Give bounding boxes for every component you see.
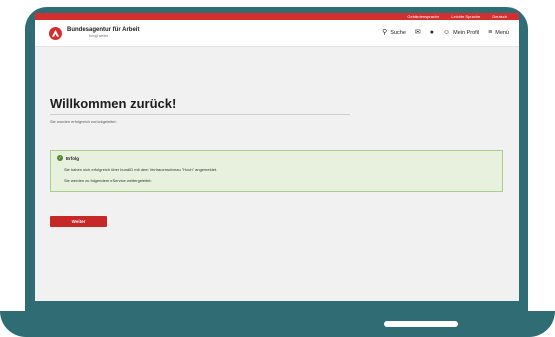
success-text-login: Sie haben sich erfolgreich über bundID m…	[64, 167, 218, 172]
title-divider	[50, 114, 350, 115]
menu-button[interactable]: ≡ Menü	[488, 29, 509, 37]
menu-icon: ≡	[488, 29, 493, 36]
ba-logo-icon[interactable]	[49, 26, 62, 40]
mail-icon: ✉	[414, 29, 421, 36]
mail-button[interactable]: ✉	[415, 29, 421, 37]
success-text-redirect: Sie werden zu folgendem eService weiterg…	[64, 178, 152, 183]
laptop-mockup: Gebärdensprache Leichte Sprache Deutsch …	[0, 0, 555, 337]
notifications-button[interactable]: ●	[430, 29, 434, 37]
menu-label: Menü	[495, 30, 509, 36]
brand[interactable]: Bundesagentur für Arbeit bringt weiter	[67, 27, 139, 39]
profile-label: Mein Profil	[453, 30, 480, 36]
user-icon: ☺	[443, 29, 451, 36]
brand-name: Bundesagentur für Arbeit	[67, 27, 140, 33]
laptop-trackpad	[384, 321, 458, 327]
check-icon: ✓	[57, 155, 63, 161]
success-title: Erfolg	[66, 155, 79, 161]
search-label: Suche	[390, 30, 406, 36]
site-header: Bundesagentur für Arbeit bringt weiter ⚲…	[35, 20, 519, 47]
success-message: ✓ Erfolg Sie haben sich erfolgreich über…	[50, 150, 503, 192]
profile-button[interactable]: ☺ Mein Profil	[443, 29, 479, 37]
browser-viewport: Gebärdensprache Leichte Sprache Deutsch …	[35, 13, 519, 301]
utility-link-easy-language[interactable]: Leichte Sprache	[451, 13, 480, 20]
page-title: Willkommen zurück!	[50, 96, 177, 111]
brand-claim: bringt weiter	[89, 34, 109, 38]
bell-icon: ●	[429, 29, 434, 36]
utility-bar: Gebärdensprache Leichte Sprache Deutsch	[35, 13, 519, 20]
continue-button[interactable]: Weiter	[50, 216, 107, 227]
search-icon: ⚲	[382, 29, 388, 36]
utility-link-language[interactable]: Deutsch	[492, 13, 507, 20]
laptop-base	[0, 311, 555, 337]
main-content: Willkommen zurück! Sie wurden erfolgreic…	[35, 97, 519, 227]
page-subtitle: Sie wurden erfolgreich zurückgeleitet.	[50, 119, 117, 124]
header-nav: ⚲ Suche ✉ ● ☺ Mein Profil ≡ Menü	[382, 29, 509, 37]
success-header: ✓ Erfolg	[57, 155, 496, 161]
search-button[interactable]: ⚲ Suche	[382, 29, 406, 37]
utility-link-sign-language[interactable]: Gebärdensprache	[407, 13, 439, 20]
